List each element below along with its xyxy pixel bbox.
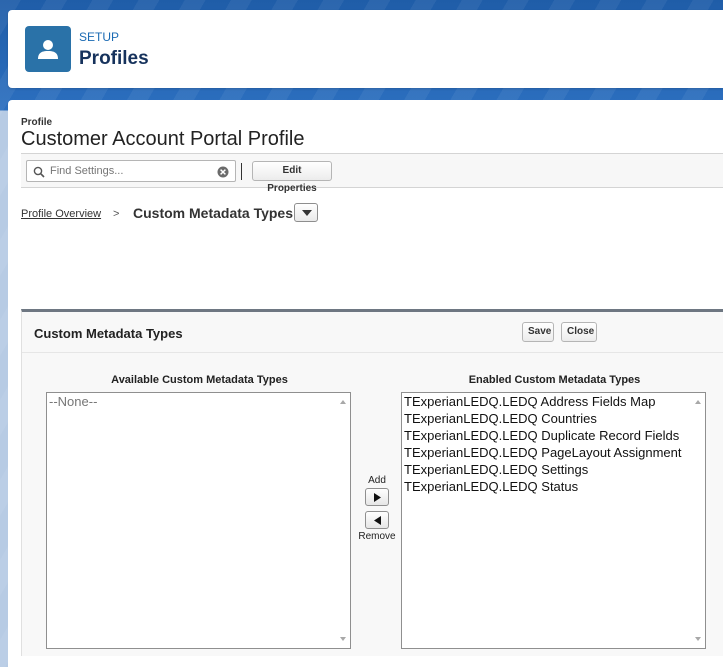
profile-name: Customer Account Portal Profile bbox=[21, 128, 305, 150]
scroll-down-icon[interactable] bbox=[695, 637, 701, 641]
list-item[interactable]: TExperianLEDQ.LEDQ Status bbox=[404, 479, 681, 496]
close-button[interactable]: Close bbox=[561, 322, 597, 342]
add-button[interactable] bbox=[365, 488, 389, 506]
save-button[interactable]: Save bbox=[522, 322, 554, 342]
enabled-list-header: Enabled Custom Metadata Types bbox=[468, 374, 641, 386]
available-list-header: Available Custom Metadata Types bbox=[111, 374, 288, 386]
remove-label: Remove bbox=[358, 531, 396, 542]
list-item[interactable]: TExperianLEDQ.LEDQ PageLayout Assignment bbox=[404, 445, 681, 462]
panel-header: Custom Metadata Types Save Close bbox=[22, 312, 723, 353]
user-icon bbox=[25, 26, 71, 72]
page-title: Profiles bbox=[79, 48, 149, 69]
arrow-left-icon bbox=[374, 516, 381, 525]
search-input[interactable] bbox=[50, 163, 210, 179]
chevron-down-icon bbox=[302, 210, 312, 216]
list-item[interactable]: TExperianLEDQ.LEDQ Settings bbox=[404, 462, 681, 479]
list-item[interactable]: TExperianLEDQ.LEDQ Duplicate Record Fiel… bbox=[404, 428, 681, 445]
setup-header: SETUP Profiles bbox=[8, 10, 723, 88]
edit-properties-button[interactable]: Edit Properties bbox=[252, 161, 332, 194]
list-item[interactable]: --None-- bbox=[49, 394, 97, 411]
breadcrumb: Profile Overview > Custom Metadata Types bbox=[21, 203, 421, 225]
toolbar-divider bbox=[241, 163, 242, 180]
breadcrumb-dropdown-button[interactable] bbox=[294, 203, 318, 222]
scroll-down-icon[interactable] bbox=[340, 637, 346, 641]
search-icon bbox=[33, 165, 45, 183]
breadcrumb-current: Custom Metadata Types bbox=[133, 205, 293, 221]
main-content: Profile Customer Account Portal Profile … bbox=[8, 100, 723, 667]
scroll-up-icon[interactable] bbox=[695, 400, 701, 404]
search-box[interactable] bbox=[26, 160, 236, 182]
profile-overview-link[interactable]: Profile Overview bbox=[21, 208, 101, 220]
enabled-list[interactable]: TExperianLEDQ.LEDQ Address Fields Map TEx… bbox=[401, 392, 706, 649]
panel-title: Custom Metadata Types bbox=[34, 326, 183, 341]
remove-button[interactable] bbox=[365, 511, 389, 529]
available-list[interactable]: --None-- bbox=[46, 392, 351, 649]
setup-eyebrow: SETUP bbox=[79, 30, 120, 44]
breadcrumb-separator: > bbox=[113, 208, 120, 220]
add-label: Add bbox=[368, 475, 386, 486]
scroll-up-icon[interactable] bbox=[340, 400, 346, 404]
profile-label: Profile bbox=[21, 117, 53, 128]
list-item[interactable]: TExperianLEDQ.LEDQ Address Fields Map bbox=[404, 394, 681, 411]
list-item[interactable]: TExperianLEDQ.LEDQ Countries bbox=[404, 411, 681, 428]
custom-metadata-panel: Custom Metadata Types Save Close Availab… bbox=[21, 309, 723, 656]
toolbar: Edit Properties bbox=[21, 153, 723, 194]
clear-icon[interactable] bbox=[217, 165, 229, 183]
arrow-right-icon bbox=[374, 493, 381, 502]
